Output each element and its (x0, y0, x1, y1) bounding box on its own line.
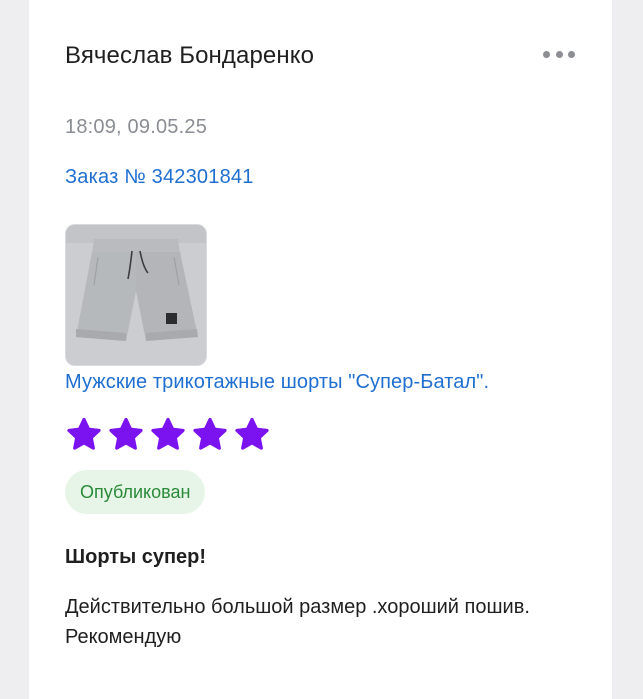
star-icon (151, 417, 185, 450)
more-dot (543, 50, 550, 58)
rating-stars (65, 416, 271, 454)
product-name-link[interactable]: Мужские трикотажные шорты "Супер-Батал". (65, 371, 489, 394)
star-icon (67, 417, 101, 450)
more-dot (568, 50, 575, 58)
star-icon (193, 417, 227, 450)
review-card: Вячеслав Бондаренко 18:09, 09.05.25 Зака… (29, 0, 612, 699)
status-badge: Опубликован (65, 470, 206, 514)
review-text: Действительно большой размер .хороший по… (65, 596, 530, 648)
review-author: Вячеслав Бондаренко (65, 42, 315, 69)
more-options-icon[interactable] (543, 44, 575, 64)
more-dot (555, 50, 563, 58)
product-thumbnail[interactable] (65, 224, 207, 366)
review-title: Шорты супер! (65, 546, 207, 568)
review-date: 18:09, 09.05.25 (65, 116, 208, 138)
shorts-image (66, 225, 206, 365)
star-icon (109, 417, 143, 450)
star-icon (235, 417, 269, 450)
order-link[interactable]: Заказ № 342301841 (65, 166, 254, 189)
